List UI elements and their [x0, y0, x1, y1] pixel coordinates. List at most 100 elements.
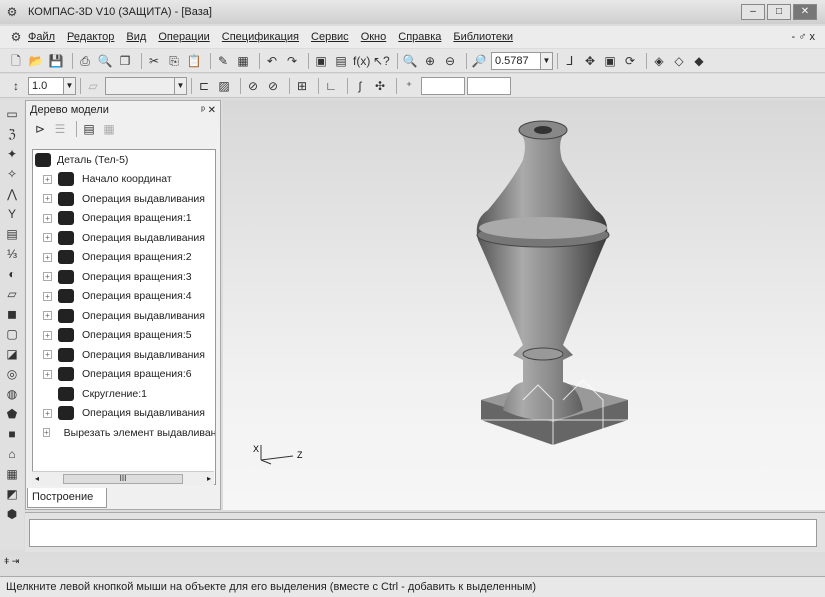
paste-icon[interactable]: 📋: [186, 53, 202, 69]
panel-controls[interactable]: ᵖ ✕: [201, 105, 216, 116]
menu-window[interactable]: Окно: [361, 31, 387, 43]
zoom-in-icon[interactable]: ⊕: [422, 53, 438, 69]
table-icon[interactable]: ▦: [235, 53, 251, 69]
menu-help[interactable]: Справка: [398, 31, 441, 43]
tool-icon-4[interactable]: ✧: [4, 166, 20, 182]
horizontal-scrollbar[interactable]: ◂ III ▸: [32, 471, 214, 485]
tree-node[interactable]: + Операция вращения:1: [33, 209, 215, 229]
property-panel-area[interactable]: [29, 519, 817, 547]
tab-construction[interactable]: Построение: [27, 488, 107, 508]
tool-icon-8[interactable]: ⅓: [4, 246, 20, 262]
document-icon[interactable]: ⚙: [8, 29, 24, 45]
fit-icon[interactable]: ▣: [602, 53, 618, 69]
redo-icon[interactable]: ↷: [284, 53, 300, 69]
expand-icon[interactable]: +: [43, 408, 52, 418]
3d-viewport[interactable]: X Z: [223, 100, 825, 510]
tree-root[interactable]: Деталь (Тел-5): [33, 150, 215, 170]
scroll-left-icon[interactable]: ◂: [35, 474, 39, 483]
expand-icon[interactable]: +: [43, 213, 52, 223]
expand-icon[interactable]: +: [43, 194, 52, 204]
menu-editor[interactable]: Редактор: [67, 31, 114, 43]
tool-icon-14[interactable]: ◎: [4, 366, 20, 382]
chevron-down-icon[interactable]: ▼: [174, 77, 186, 94]
coord-y-field[interactable]: [467, 76, 511, 95]
save-icon[interactable]: 💾: [48, 53, 64, 69]
panel-pin-bar[interactable]: ǂ ⇥: [0, 556, 825, 574]
tree-node[interactable]: + Операция выдавливания: [33, 189, 215, 209]
tool-icon-17[interactable]: ■: [4, 426, 20, 442]
maximize-button[interactable]: □: [767, 4, 791, 20]
layer-icon[interactable]: ▱: [85, 78, 101, 94]
tree-cursor-icon[interactable]: ⊳: [32, 121, 48, 137]
hidden-lines-icon[interactable]: ◆: [691, 53, 707, 69]
tree-node[interactable]: + Операция выдавливания: [33, 306, 215, 326]
tool-icon-19[interactable]: ▦: [4, 466, 20, 482]
layer-combo[interactable]: ▼: [105, 76, 187, 95]
tree-node[interactable]: + Операция вращения:4: [33, 287, 215, 307]
menu-view[interactable]: Вид: [126, 31, 146, 43]
expand-icon[interactable]: +: [43, 174, 52, 184]
menu-specification[interactable]: Спецификация: [222, 31, 299, 43]
tree-node[interactable]: + Операция вращения:6: [33, 365, 215, 385]
tree-list-icon[interactable]: ▤: [81, 121, 97, 137]
expand-icon[interactable]: +: [43, 272, 52, 282]
tool-icon-1[interactable]: ▭: [4, 106, 20, 122]
zoom-out-icon[interactable]: ⊖: [442, 53, 458, 69]
tool-icon-12[interactable]: ▢: [4, 326, 20, 342]
chevron-down-icon[interactable]: ▼: [63, 77, 75, 94]
tool-icon-21[interactable]: ⬢: [4, 506, 20, 522]
tool-icon-2[interactable]: ℨ: [4, 126, 20, 142]
pan-icon[interactable]: ✥: [582, 53, 598, 69]
new-icon[interactable]: 🗋: [8, 53, 24, 69]
tool-icon-9[interactable]: ◐: [4, 266, 20, 282]
help-pointer-icon[interactable]: ↖?: [373, 53, 390, 69]
tool-icon-20[interactable]: ◩: [4, 486, 20, 502]
menu-operations[interactable]: Операции: [158, 31, 209, 43]
properties-icon[interactable]: ✎: [215, 53, 231, 69]
tool-icon-13[interactable]: ◪: [4, 346, 20, 362]
ortho-icon[interactable]: ∟: [323, 78, 339, 94]
tool-icon-16[interactable]: ⬟: [4, 406, 20, 422]
tree-node[interactable]: + Операция выдавливания: [33, 345, 215, 365]
open-icon[interactable]: 📂: [28, 53, 44, 69]
expand-icon[interactable]: +: [43, 311, 52, 321]
tree-node[interactable]: + Операция вращения:2: [33, 248, 215, 268]
print-icon[interactable]: ⎙: [77, 53, 93, 69]
cursor-icon[interactable]: ✣: [372, 78, 388, 94]
tree-node[interactable]: + Начало координат: [33, 170, 215, 190]
library-icon[interactable]: ▤: [333, 53, 349, 69]
coord-x-field[interactable]: [421, 76, 465, 95]
preview-icon[interactable]: 🔍: [97, 53, 113, 69]
tree-node[interactable]: + Операция выдавливания: [33, 404, 215, 424]
tree-node[interactable]: + Операция вращения:3: [33, 267, 215, 287]
grid-icon[interactable]: ⊞: [294, 78, 310, 94]
zoom-scale-icon[interactable]: 🔎: [471, 53, 487, 69]
tree-node[interactable]: + Вырезать элемент выдавливания: [33, 423, 215, 443]
rotate-icon[interactable]: ⟳: [622, 53, 638, 69]
shaded-icon[interactable]: ◈: [651, 53, 667, 69]
menu-service[interactable]: Сервис: [311, 31, 349, 43]
orientation-icon[interactable]: ⅃: [562, 53, 578, 69]
lcs-icon[interactable]: ⊏: [196, 78, 212, 94]
copy-doc-icon[interactable]: ❐: [117, 53, 133, 69]
mdi-controls[interactable]: - ♂ x: [791, 31, 815, 43]
expand-icon[interactable]: +: [43, 428, 50, 438]
expand-icon[interactable]: +: [43, 233, 52, 243]
snap-icon[interactable]: ⊘: [245, 78, 261, 94]
zoom-combo[interactable]: 0.5787 ▼: [491, 51, 553, 70]
tree-node[interactable]: + Операция вращения:5: [33, 326, 215, 346]
tool-icon-10[interactable]: ▱: [4, 286, 20, 302]
chevron-down-icon[interactable]: ▼: [540, 52, 552, 69]
menu-libraries[interactable]: Библиотеки: [453, 31, 513, 43]
variables-icon[interactable]: f(x): [353, 53, 370, 69]
manager-icon[interactable]: ▣: [313, 53, 329, 69]
copy-icon[interactable]: ⎘: [166, 53, 182, 69]
tool-icon-18[interactable]: ⌂: [4, 446, 20, 462]
menu-file[interactable]: Файл: [28, 31, 55, 43]
zoom-window-icon[interactable]: 🔍: [402, 53, 418, 69]
tool-icon-6[interactable]: Y: [4, 206, 20, 222]
tree-node[interactable]: +Скругление:1: [33, 384, 215, 404]
expand-icon[interactable]: +: [43, 252, 52, 262]
coords-icon[interactable]: ⁺: [401, 78, 417, 94]
params-icon[interactable]: ʃ: [352, 78, 368, 94]
